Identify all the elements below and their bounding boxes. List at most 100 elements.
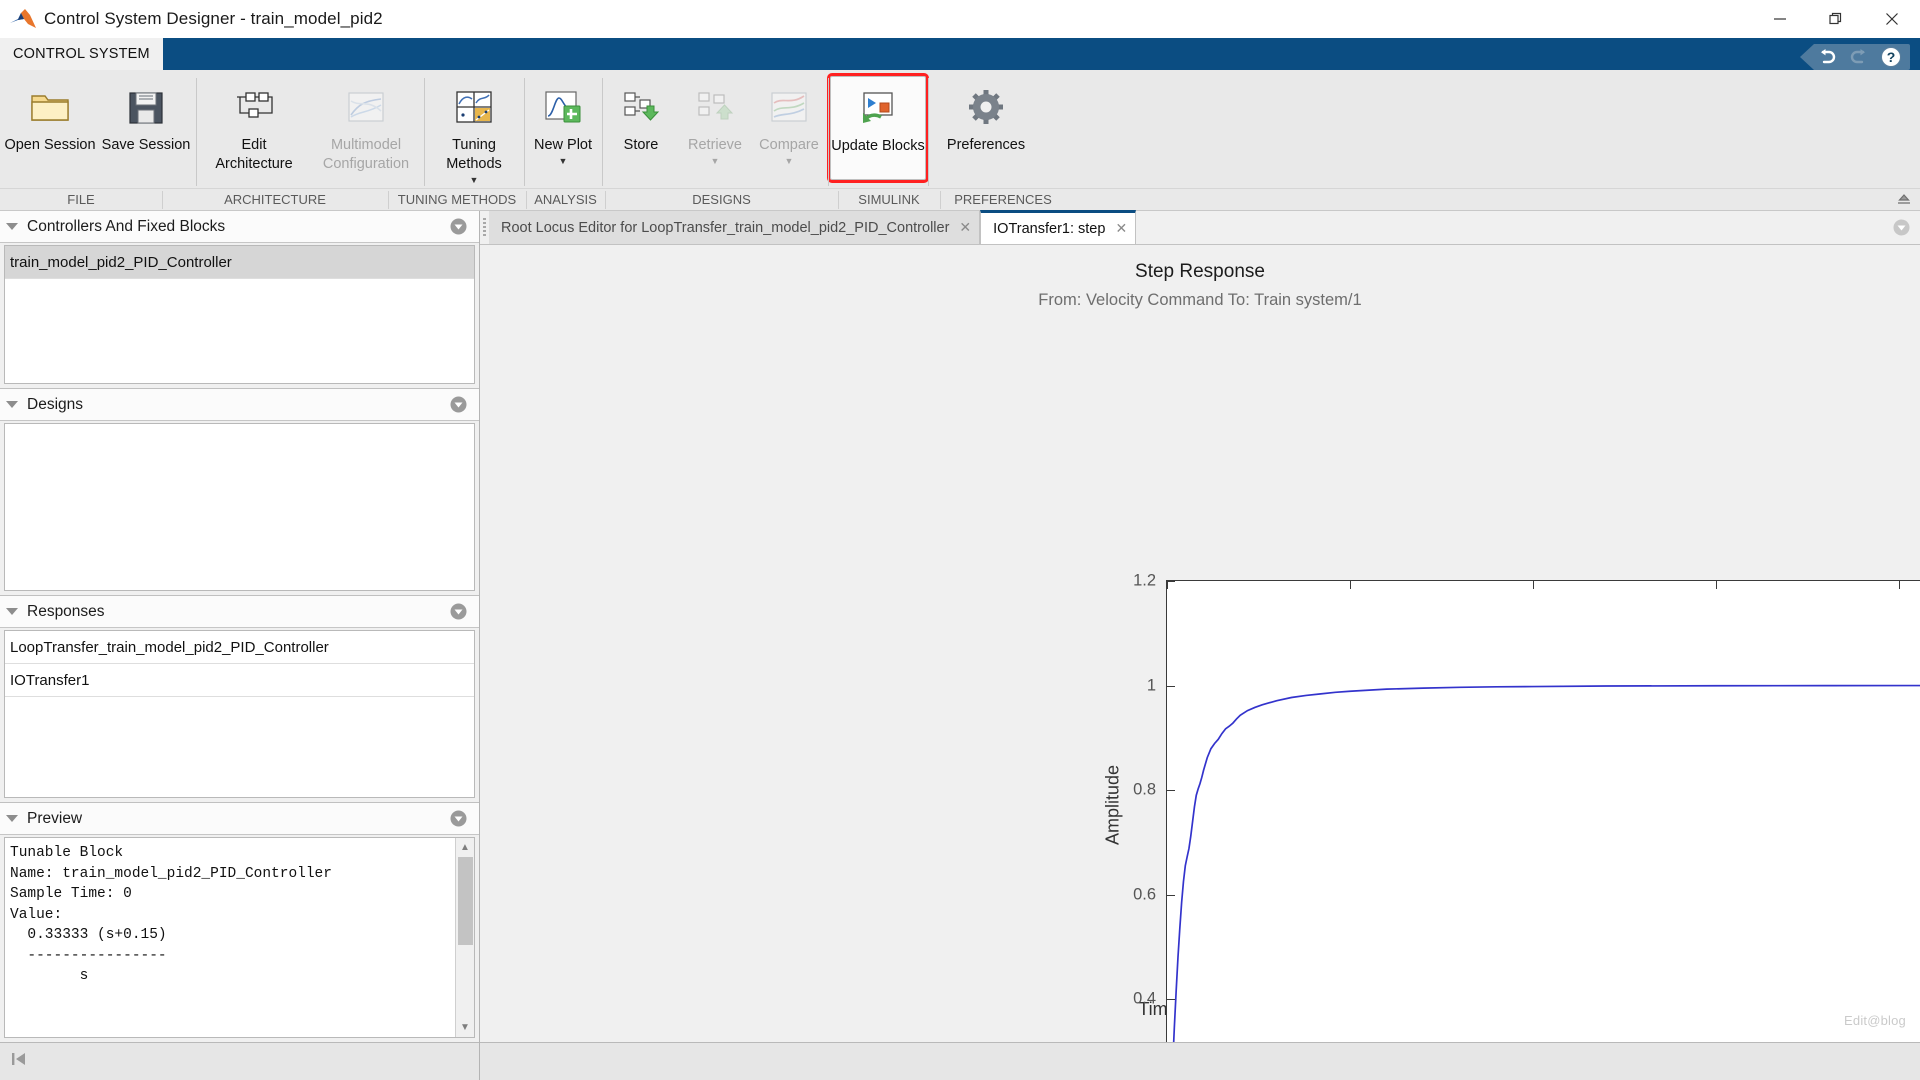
compare-icon xyxy=(766,84,812,130)
document-tab-iotransfer1-step[interactable]: IOTransfer1: step ✕ xyxy=(980,210,1137,244)
document-tab-label: Root Locus Editor for LoopTransfer_train… xyxy=(501,219,950,236)
panel-options-icon[interactable] xyxy=(450,396,467,413)
list-item[interactable]: LoopTransfer_train_model_pid2_PID_Contro… xyxy=(5,631,474,664)
document-tab-bar: Root Locus Editor for LoopTransfer_train… xyxy=(480,210,1920,245)
list-designs[interactable] xyxy=(4,423,475,591)
list-item[interactable]: train_model_pid2_PID_Controller xyxy=(5,246,474,279)
plot-subtitle: From: Velocity Command To: Train system/… xyxy=(1038,291,1362,309)
open-session-button[interactable]: Open Session xyxy=(2,76,98,180)
ribbon-group-analysis: New Plot ▼ xyxy=(524,70,602,188)
panel-header-designs[interactable]: Designs xyxy=(0,389,479,421)
list-responses[interactable]: LoopTransfer_train_model_pid2_PID_Contro… xyxy=(4,630,475,798)
panel-options-icon[interactable] xyxy=(450,810,467,827)
help-icon[interactable]: ? xyxy=(1880,46,1902,68)
preview-box: Tunable Block Name: train_model_pid2_PID… xyxy=(4,837,475,1038)
document-status-bar xyxy=(480,1042,1920,1080)
scroll-down-icon[interactable]: ▼ xyxy=(456,1018,475,1037)
save-disk-icon xyxy=(123,84,169,130)
chevron-down-icon[interactable]: ▼ xyxy=(559,156,568,166)
ribbon-group-file: Open Session Save Session xyxy=(0,70,196,188)
scroll-up-icon[interactable]: ▲ xyxy=(456,838,475,857)
ribbon-group-architecture: Edit Architecture Multimodel Configurati… xyxy=(196,70,424,188)
multimodel-configuration-label: Multimodel Configuration xyxy=(322,137,410,172)
x-tick-mark xyxy=(1899,581,1900,589)
list-item[interactable]: IOTransfer1 xyxy=(5,664,474,697)
collapse-ribbon-icon[interactable] xyxy=(1896,189,1912,211)
quick-access-toolbar: ? xyxy=(1800,44,1910,70)
tuning-methods-label: Tuning Methods xyxy=(446,137,502,172)
collapse-triangle-icon[interactable] xyxy=(6,815,18,822)
document-options-icon[interactable] xyxy=(1893,219,1910,236)
step-response-curve xyxy=(1171,684,1920,1080)
save-session-button[interactable]: Save Session xyxy=(98,76,194,180)
collapse-triangle-icon[interactable] xyxy=(6,401,18,408)
panel-title-controllers: Controllers And Fixed Blocks xyxy=(27,217,226,235)
collapse-triangle-icon[interactable] xyxy=(6,608,18,615)
new-plot-button[interactable]: New Plot ▼ xyxy=(526,76,600,180)
section-tuning-methods: TUNING METHODS xyxy=(388,189,526,211)
section-analysis: ANALYSIS xyxy=(526,189,605,211)
chevron-down-icon: ▼ xyxy=(710,156,720,166)
matlab-logo-icon xyxy=(8,7,38,31)
document-tab-root-locus[interactable]: Root Locus Editor for LoopTransfer_train… xyxy=(489,211,981,244)
edit-architecture-button[interactable]: Edit Architecture xyxy=(198,76,310,180)
document-tab-label: IOTransfer1: step xyxy=(993,220,1106,237)
panel-options-icon[interactable] xyxy=(450,603,467,620)
redo-icon xyxy=(1848,46,1870,68)
section-designs: DESIGNS xyxy=(605,189,838,211)
x-tick-mark xyxy=(1350,581,1351,589)
close-icon[interactable]: ✕ xyxy=(959,219,971,236)
preferences-label: Preferences xyxy=(946,137,1026,153)
retrieve-button: Retrieve ▼ xyxy=(678,76,752,180)
undo-icon[interactable] xyxy=(1816,46,1838,68)
panel-options-icon[interactable] xyxy=(450,218,467,235)
maximize-restore-button[interactable] xyxy=(1808,0,1864,38)
panel-header-preview[interactable]: Preview xyxy=(0,803,479,835)
minimize-button[interactable] xyxy=(1752,0,1808,38)
preview-scrollbar[interactable]: ▲ ▼ xyxy=(455,838,474,1037)
main-body: Controllers And Fixed Blocks train_model… xyxy=(0,210,1920,1080)
collapse-triangle-icon[interactable] xyxy=(6,223,18,230)
tab-control-system[interactable]: CONTROL SYSTEM xyxy=(0,38,163,70)
panel-header-controllers[interactable]: Controllers And Fixed Blocks xyxy=(0,211,479,243)
skip-to-start-icon[interactable] xyxy=(10,1050,28,1073)
left-sidebar: Controllers And Fixed Blocks train_model… xyxy=(0,211,480,1080)
y-axis-label: Amplitude xyxy=(1102,764,1123,846)
y-tick-mark xyxy=(1167,790,1175,791)
window-controls xyxy=(1752,0,1920,38)
plot-axes[interactable]: 00.20.40.60.811.2050100150200250300 xyxy=(1133,572,1920,1080)
scrollbar-track[interactable] xyxy=(456,945,474,1018)
tuning-methods-button[interactable]: Tuning Methods ▼ xyxy=(426,76,522,185)
ribbon-group-simulink: Update Blocks xyxy=(827,70,929,188)
y-tick-label: 0.8 xyxy=(1133,780,1156,799)
tabbar-filler xyxy=(1136,211,1920,244)
x-tick-mark xyxy=(1716,581,1717,589)
preferences-button[interactable]: Preferences xyxy=(930,76,1042,180)
chevron-down-icon[interactable]: ▼ xyxy=(470,175,479,185)
close-icon[interactable]: ✕ xyxy=(1115,220,1127,237)
panel-controllers-and-fixed-blocks: Controllers And Fixed Blocks train_model… xyxy=(0,211,479,389)
panel-designs: Designs xyxy=(0,389,479,596)
update-blocks-label: Update Blocks xyxy=(831,138,925,154)
y-tick-mark xyxy=(1167,581,1175,582)
scrollbar-thumb[interactable] xyxy=(457,857,473,945)
section-preferences: PREFERENCES xyxy=(940,189,1066,211)
compare-button: Compare ▼ xyxy=(752,76,826,180)
panel-title-designs: Designs xyxy=(27,395,83,413)
store-button[interactable]: Store xyxy=(604,76,678,180)
y-tick-label: 1 xyxy=(1146,676,1156,694)
ribbon-tab-strip: CONTROL SYSTEM ? xyxy=(0,38,1920,70)
document-area: Root Locus Editor for LoopTransfer_train… xyxy=(480,210,1920,1080)
edit-architecture-label: Edit Architecture xyxy=(215,137,293,172)
close-button[interactable] xyxy=(1864,0,1920,38)
tuning-methods-icon xyxy=(451,84,497,130)
section-simulink: SIMULINK xyxy=(838,189,940,211)
section-architecture: ARCHITECTURE xyxy=(162,189,388,211)
list-controllers[interactable]: train_model_pid2_PID_Controller xyxy=(4,245,475,384)
save-session-label: Save Session xyxy=(101,137,191,153)
tabbar-grip[interactable] xyxy=(480,211,489,244)
multimodel-plot-icon xyxy=(343,84,389,130)
store-icon xyxy=(618,84,664,130)
update-blocks-button[interactable]: Update Blocks xyxy=(827,73,929,183)
panel-header-responses[interactable]: Responses xyxy=(0,596,479,628)
